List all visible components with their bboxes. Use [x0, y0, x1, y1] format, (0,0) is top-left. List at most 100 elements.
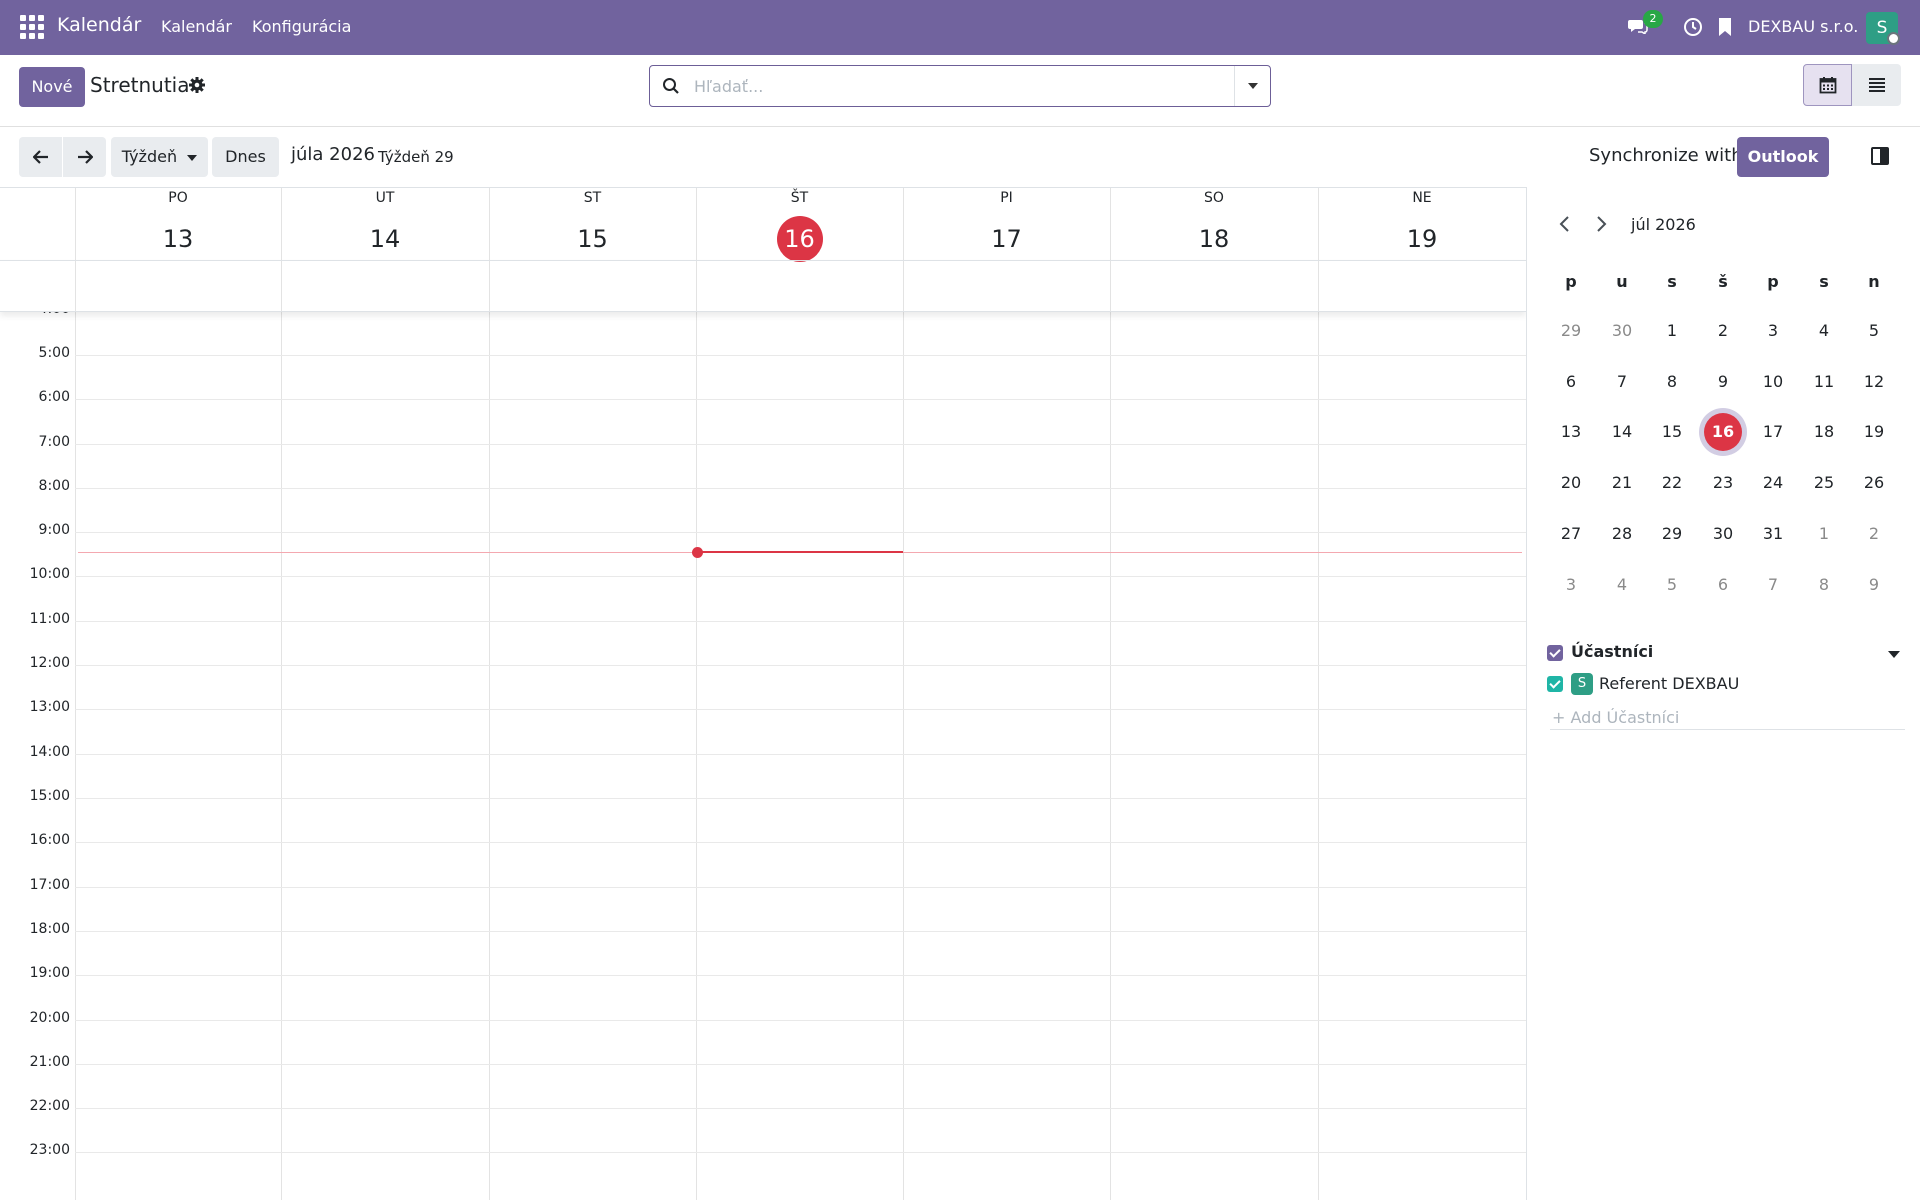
- day-header[interactable]: PO 13: [75, 188, 281, 260]
- mini-day[interactable]: 3: [1753, 311, 1793, 351]
- sidebar-toggle-icon[interactable]: [1871, 147, 1889, 165]
- mini-day[interactable]: 9: [1703, 362, 1743, 402]
- mini-day[interactable]: 7: [1602, 362, 1642, 402]
- mini-day[interactable]: 5: [1854, 311, 1894, 351]
- mini-day[interactable]: 19: [1854, 412, 1894, 452]
- mini-day[interactable]: 21: [1602, 463, 1642, 503]
- apps-grid-icon[interactable]: [20, 15, 44, 39]
- hour-label: 7:00: [38, 434, 70, 450]
- next-button[interactable]: [63, 137, 106, 177]
- day-header[interactable]: ST 15: [489, 188, 696, 260]
- search-input[interactable]: [694, 72, 1194, 100]
- day-header[interactable]: SO 18: [1110, 188, 1318, 260]
- mini-day[interactable]: 5: [1652, 565, 1692, 605]
- mini-weekday-header: u: [1616, 272, 1628, 291]
- calendar-view-button[interactable]: [1803, 64, 1852, 106]
- mini-day[interactable]: 8: [1804, 565, 1844, 605]
- mini-day[interactable]: 23: [1703, 463, 1743, 503]
- hour-line: [75, 621, 1526, 622]
- mini-day[interactable]: 2: [1854, 514, 1894, 554]
- mini-day[interactable]: 4: [1602, 565, 1642, 605]
- mini-day[interactable]: 12: [1854, 362, 1894, 402]
- mini-day[interactable]: 6: [1703, 565, 1743, 605]
- hour-label: 23:00: [29, 1142, 70, 1158]
- outlook-sync-button[interactable]: Outlook: [1737, 137, 1829, 177]
- menu-kalendar[interactable]: Kalendár: [161, 17, 232, 36]
- mini-calendar-title[interactable]: júl 2026: [1631, 215, 1696, 234]
- presence-status-icon: [1887, 32, 1900, 45]
- app-title[interactable]: Kalendár: [57, 14, 141, 36]
- mini-day[interactable]: 1: [1652, 311, 1692, 351]
- company-switcher[interactable]: DEXBAU s.r.o.: [1748, 17, 1858, 36]
- column-divider: [75, 188, 76, 1200]
- hour-label: 12:00: [29, 655, 70, 671]
- mini-day[interactable]: 15: [1652, 412, 1692, 452]
- mini-day[interactable]: 24: [1753, 463, 1793, 503]
- hour-line: [75, 842, 1526, 843]
- scale-dropdown[interactable]: Týždeň: [111, 137, 208, 177]
- mini-day[interactable]: 11: [1804, 362, 1844, 402]
- mini-day-today[interactable]: 16: [1704, 413, 1742, 451]
- day-header[interactable]: UT 14: [281, 188, 489, 260]
- mini-day[interactable]: 14: [1602, 412, 1642, 452]
- attendees-collapse-icon[interactable]: [1888, 651, 1900, 658]
- mini-day[interactable]: 22: [1652, 463, 1692, 503]
- hour-label: 11:00: [29, 611, 70, 627]
- hour-line: [75, 444, 1526, 445]
- caret-down-icon: [187, 154, 198, 161]
- mini-day[interactable]: 25: [1804, 463, 1844, 503]
- mini-day[interactable]: 10: [1753, 362, 1793, 402]
- mini-day[interactable]: 13: [1551, 412, 1591, 452]
- day-header[interactable]: PI 17: [903, 188, 1110, 260]
- mini-day[interactable]: 3: [1551, 565, 1591, 605]
- mini-day[interactable]: 18: [1804, 412, 1844, 452]
- attendees-all-checkbox[interactable]: [1547, 645, 1563, 661]
- clock-icon[interactable]: [1683, 17, 1703, 37]
- mini-day[interactable]: 26: [1854, 463, 1894, 503]
- hour-line: [75, 1064, 1526, 1065]
- mini-day[interactable]: 4: [1804, 311, 1844, 351]
- mini-day[interactable]: 2: [1703, 311, 1743, 351]
- previous-button[interactable]: [19, 137, 62, 177]
- new-button[interactable]: Nové: [19, 67, 85, 107]
- mini-day[interactable]: 29: [1551, 311, 1591, 351]
- mini-day[interactable]: 1: [1804, 514, 1844, 554]
- current-time-today-line: [697, 551, 903, 553]
- mini-day[interactable]: 29: [1652, 514, 1692, 554]
- mini-day[interactable]: 28: [1602, 514, 1642, 554]
- menu-konfiguracia[interactable]: Konfigurácia: [252, 17, 351, 36]
- mini-prev-icon[interactable]: [1559, 216, 1571, 232]
- mini-day[interactable]: 30: [1602, 311, 1642, 351]
- mini-day[interactable]: 7: [1753, 565, 1793, 605]
- mini-day[interactable]: 6: [1551, 362, 1591, 402]
- mini-day[interactable]: 30: [1703, 514, 1743, 554]
- mini-next-icon[interactable]: [1595, 216, 1607, 232]
- gear-icon[interactable]: [188, 76, 206, 94]
- mini-day[interactable]: 20: [1551, 463, 1591, 503]
- mini-day[interactable]: 31: [1753, 514, 1793, 554]
- hour-label: 22:00: [29, 1098, 70, 1114]
- add-attendee-input[interactable]: [1550, 706, 1905, 730]
- bookmark-icon[interactable]: [1717, 17, 1733, 37]
- today-button[interactable]: Dnes: [212, 137, 279, 177]
- mini-day[interactable]: 27: [1551, 514, 1591, 554]
- hour-line: [75, 887, 1526, 888]
- day-of-week: PO: [168, 190, 188, 206]
- hour-label: 21:00: [29, 1054, 70, 1070]
- mini-day[interactable]: 17: [1753, 412, 1793, 452]
- week-grid[interactable]: PO 13 UT 14 ST 15 ŠT 16 PI 17 SO 18 NE 19 4:00 5:00 6:00…: [0, 187, 1527, 1200]
- day-header[interactable]: NE 19: [1318, 188, 1526, 260]
- day-number: 19: [1406, 225, 1438, 253]
- attendee-checkbox[interactable]: [1547, 676, 1563, 692]
- list-view-button[interactable]: [1852, 64, 1901, 106]
- search-options-toggle[interactable]: [1234, 66, 1270, 106]
- mini-day[interactable]: 8: [1652, 362, 1692, 402]
- week-number: Týždeň 29: [378, 148, 454, 166]
- all-day-row[interactable]: [0, 260, 1526, 312]
- chat-badge: 2: [1643, 10, 1663, 28]
- day-of-week: ST: [583, 190, 602, 206]
- list-icon: [1868, 78, 1885, 92]
- mini-day[interactable]: 9: [1854, 565, 1894, 605]
- hour-line: [75, 754, 1526, 755]
- day-header[interactable]: ŠT 16: [696, 188, 903, 262]
